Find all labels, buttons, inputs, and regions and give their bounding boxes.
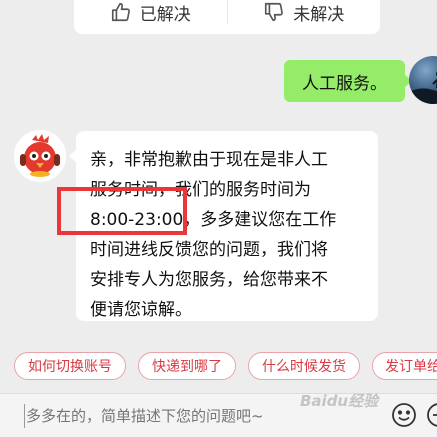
- service-hours-highlight: [57, 187, 187, 235]
- unresolved-button[interactable]: 未解决: [228, 0, 381, 34]
- thumbs-up-icon: [110, 1, 132, 23]
- emoji-button[interactable]: [390, 401, 418, 429]
- outgoing-message-row: 人工服务。: [0, 56, 437, 108]
- feedback-card: 已解决 未解决: [74, 0, 380, 34]
- message-line: 时间进线反馈您的问题，我们将: [90, 240, 328, 260]
- quick-reply-chip[interactable]: 快递到哪了: [138, 352, 236, 380]
- quick-reply-chip[interactable]: 发订单给: [372, 352, 437, 380]
- user-avatar[interactable]: [409, 56, 437, 104]
- message-line: 安排专人为您服务，给您带来不: [90, 270, 328, 290]
- unresolved-label: 未解决: [293, 4, 345, 25]
- smiley-icon: [392, 403, 416, 427]
- chat-screen: 已解决 未解决 人工服务。 亲，非常抱歉由于现在是非人工 服务时间，我们的服务时…: [0, 0, 437, 437]
- plus-icon: [427, 403, 437, 427]
- outgoing-message-text: 人工服务。: [302, 73, 387, 94]
- bot-avatar[interactable]: [14, 130, 66, 182]
- quick-reply-chip[interactable]: 如何切换账号: [14, 352, 126, 380]
- message-line: 便请您谅解。: [90, 300, 192, 320]
- thumbs-down-icon: [263, 1, 285, 23]
- outgoing-message-bubble[interactable]: 人工服务。: [284, 60, 412, 102]
- resolved-button[interactable]: 已解决: [74, 0, 227, 34]
- more-button[interactable]: [425, 401, 437, 429]
- message-line: 亲，非常抱歉由于现在是非人工: [90, 150, 328, 170]
- watermark: Baidu经验: [300, 392, 379, 410]
- incoming-message-text: 亲，非常抱歉由于现在是非人工 服务时间，我们的服务时间为 8:00-23:00，…: [90, 145, 370, 325]
- quick-reply-bar: 如何切换账号 快递到哪了 什么时候发货 发订单给: [0, 352, 437, 382]
- resolved-label: 已解决: [139, 4, 191, 25]
- quick-reply-chip[interactable]: 什么时候发货: [248, 352, 360, 380]
